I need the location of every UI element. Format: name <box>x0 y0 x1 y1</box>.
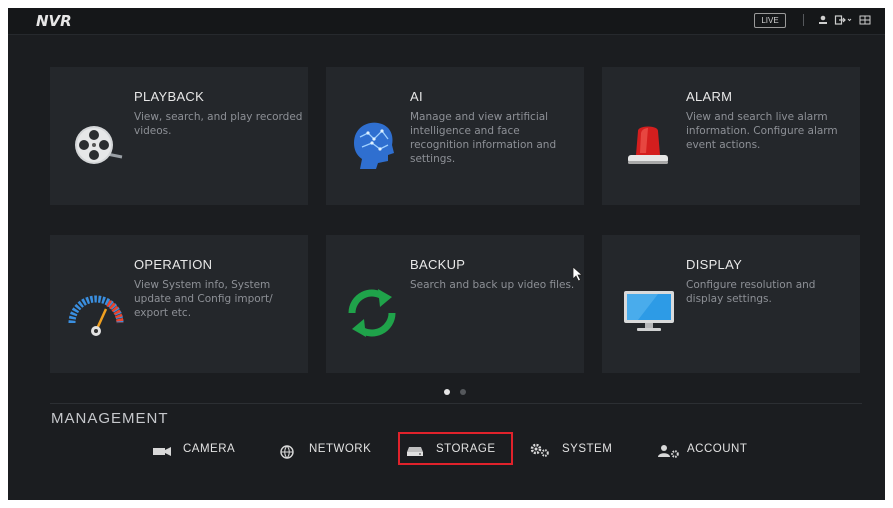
ai-card[interactable]: AI Manage and view artificial intelligen… <box>326 67 584 205</box>
monitor-icon <box>624 291 674 331</box>
live-button[interactable]: LIVE <box>754 13 786 28</box>
card-title: PLAYBACK <box>134 89 205 104</box>
account-button[interactable]: ACCOUNT <box>658 436 768 466</box>
card-title: OPERATION <box>134 257 213 272</box>
grid-icon[interactable] <box>858 14 872 26</box>
network-label: NETWORK <box>309 443 372 455</box>
user-icon[interactable] <box>816 14 830 26</box>
playback-card[interactable]: PLAYBACK View, search, and play recorded… <box>50 67 308 205</box>
storage-highlight-box <box>398 432 513 465</box>
card-title: BACKUP <box>410 257 466 272</box>
section-divider <box>50 403 862 404</box>
account-label: ACCOUNT <box>687 443 748 455</box>
film-reel-icon <box>75 126 123 164</box>
system-button[interactable]: SYSTEM <box>529 436 629 466</box>
camera-label: CAMERA <box>183 443 236 455</box>
card-title: AI <box>410 89 423 104</box>
card-description: View System info, System update and Conf… <box>134 279 273 319</box>
nvr-main-menu: NVR LIVE PLAYBACK View, search, and play… <box>8 8 885 500</box>
backup-card[interactable]: BACKUP Search and back up video files. <box>326 235 584 373</box>
card-title: ALARM <box>686 89 733 104</box>
camera-icon <box>153 447 171 456</box>
globe-icon <box>280 445 294 459</box>
card-description: View, search, and play recorded videos. <box>134 111 303 137</box>
user-gear-icon <box>658 445 679 458</box>
camera-button[interactable]: CAMERA <box>152 436 252 466</box>
nvr-logo: NVR <box>36 12 72 30</box>
alarm-card[interactable]: ALARM View and search live alarm informa… <box>602 67 860 205</box>
mouse-cursor <box>572 266 584 282</box>
network-button[interactable]: NETWORK <box>279 436 389 466</box>
card-description: View and search live alarm information. … <box>686 111 838 151</box>
card-description: Configure resolution and display setting… <box>686 279 816 305</box>
gauge-icon <box>68 295 124 336</box>
card-title: DISPLAY <box>686 257 743 272</box>
page-dot[interactable] <box>460 389 466 395</box>
page-dot-active[interactable] <box>444 389 450 395</box>
card-description: Manage and view artificial intelligence … <box>410 111 557 165</box>
top-bar: NVR LIVE <box>8 8 885 35</box>
logout-icon[interactable] <box>834 14 852 26</box>
gears-icon <box>530 443 549 457</box>
alarm-light-icon <box>628 126 668 164</box>
management-title: MANAGEMENT <box>51 410 169 427</box>
system-label: SYSTEM <box>562 443 613 455</box>
card-description: Search and back up video files. <box>410 279 575 291</box>
display-card[interactable]: DISPLAY Configure resolution and display… <box>602 235 860 373</box>
brain-head-icon <box>354 122 394 169</box>
operation-card[interactable]: OPERATION View System info, System updat… <box>50 235 308 373</box>
sync-arrows-icon <box>348 289 396 337</box>
toolbar-divider <box>803 14 804 26</box>
